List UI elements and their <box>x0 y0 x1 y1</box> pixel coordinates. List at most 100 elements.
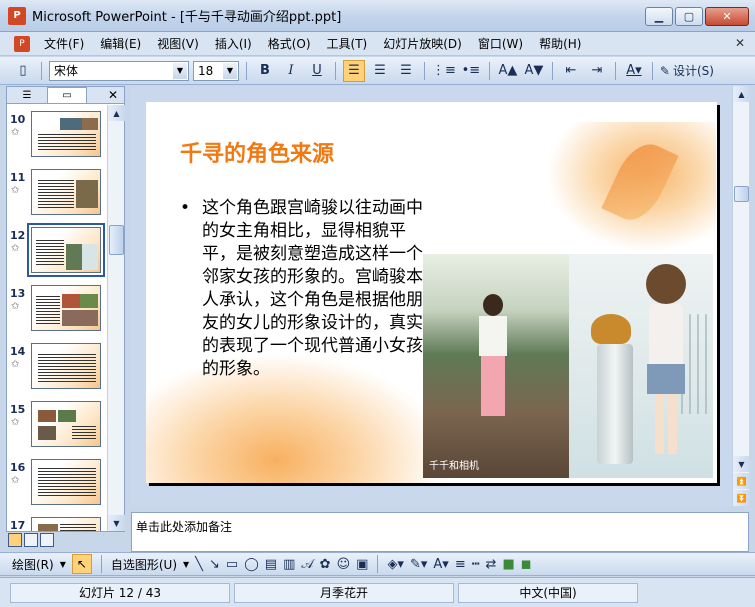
font-color-icon[interactable]: A▾ <box>433 557 448 572</box>
menu-help[interactable]: 帮助(H) <box>531 33 589 55</box>
menu-slideshow[interactable]: 幻灯片放映(D) <box>375 33 470 55</box>
wordart-icon[interactable]: 𝒜 <box>301 557 313 572</box>
arrow-icon[interactable]: ↘ <box>209 557 220 572</box>
scroll-up-icon[interactable]: ▲ <box>733 86 750 102</box>
normal-view-icon[interactable] <box>8 533 22 547</box>
shadow-icon[interactable]: ■ <box>502 557 514 572</box>
scroll-down-icon[interactable]: ▼ <box>733 456 750 472</box>
slide-thumbnail-selected[interactable]: 12 ✩ <box>7 223 107 283</box>
slide-thumbnail[interactable]: 16 ✩ <box>7 459 107 515</box>
diagram-icon[interactable]: ✿ <box>320 557 331 572</box>
slides-tab-icon[interactable]: ▭ <box>47 87 87 103</box>
star-icon: ✩ <box>11 127 20 138</box>
font-name-select[interactable]: 宋体 ▼ <box>49 60 189 81</box>
slide-body-text[interactable]: • 这个角色跟宫崎骏以往动画中的女主角相比，显得相貌平平，是被刻意塑造成这样一个… <box>180 197 430 381</box>
font-size-value: 18 <box>198 63 214 78</box>
slide-thumbnail[interactable]: 11 ✩ <box>7 169 107 225</box>
drawing-toolbar: 绘图(R) ▼ ↖ 自选图形(U) ▼ ╲ ↘ ▭ ◯ ▤ ▥ 𝒜 ✿ ☺ ▣ … <box>0 552 755 576</box>
slide-sorter-view-icon[interactable] <box>24 533 38 547</box>
view-buttons <box>8 533 54 547</box>
close-document-icon[interactable]: ✕ <box>735 36 745 50</box>
decrease-indent-icon[interactable]: ⇤ <box>560 60 582 82</box>
menu-file[interactable]: 文件(F) <box>36 33 92 55</box>
picture-icon[interactable]: ▣ <box>356 557 368 572</box>
slide-thumbnail[interactable]: 17 <box>7 517 107 531</box>
outline-tab-icon[interactable]: ☰ <box>7 87 47 103</box>
close-window-button[interactable]: ✕ <box>705 7 749 26</box>
next-slide-icon[interactable]: ⏬ <box>733 490 750 506</box>
powerpoint-app-icon[interactable]: P <box>8 6 26 25</box>
slide-number: 13 <box>10 287 26 300</box>
bullet-list-icon[interactable]: •≡ <box>460 60 482 82</box>
scroll-thumb[interactable] <box>734 186 749 202</box>
toolbar-separator <box>377 555 379 573</box>
slide-thumbnail[interactable]: 14 ✩ <box>7 343 107 399</box>
select-pointer-icon[interactable]: ↖ <box>71 554 92 574</box>
photo-real-girl[interactable]: 千千和相机 <box>423 254 569 478</box>
slide-title[interactable]: 千寻的角色来源 <box>180 136 334 168</box>
menu-format[interactable]: 格式(O) <box>260 33 319 55</box>
menu-insert[interactable]: 插入(I) <box>207 33 260 55</box>
italic-button[interactable]: I <box>280 60 302 82</box>
line-color-icon[interactable]: ✎▾ <box>410 557 427 572</box>
clipart-icon[interactable]: ☺ <box>337 557 351 572</box>
chevron-down-icon[interactable]: ▼ <box>223 62 237 79</box>
maximize-button[interactable]: ▢ <box>675 7 703 26</box>
menu-window[interactable]: 窗口(W) <box>470 33 531 55</box>
slide-editor: 千寻的角色来源 • 这个角色跟宫崎骏以往动画中的女主角相比，显得相貌平平，是被刻… <box>131 86 732 506</box>
rectangle-icon[interactable]: ▭ <box>226 557 238 572</box>
scroll-down-icon[interactable]: ▼ <box>108 515 125 531</box>
oval-icon[interactable]: ◯ <box>244 557 259 572</box>
font-size-select[interactable]: 18 ▼ <box>193 60 239 81</box>
slideshow-view-icon[interactable] <box>40 533 54 547</box>
chevron-down-icon[interactable]: ▼ <box>60 560 66 569</box>
arrow-style-icon[interactable]: ⇄ <box>486 557 497 572</box>
slide-canvas[interactable]: 千寻的角色来源 • 这个角色跟宫崎骏以往动画中的女主角相比，显得相貌平平，是被刻… <box>146 102 717 483</box>
font-name-value: 宋体 <box>54 64 79 78</box>
underline-button[interactable]: U <box>306 60 328 82</box>
close-pane-icon[interactable]: ✕ <box>108 88 118 102</box>
vertical-textbox-icon[interactable]: ▥ <box>283 557 295 572</box>
textbox-icon[interactable]: ▤ <box>265 557 277 572</box>
photo-anime-chihiro[interactable] <box>569 254 713 478</box>
slide-number: 10 <box>10 113 26 126</box>
minimize-button[interactable]: ▁ <box>645 7 673 26</box>
align-center-icon[interactable]: ☰ <box>369 60 391 82</box>
menu-tools[interactable]: 工具(T) <box>319 33 376 55</box>
notes-pane[interactable]: 单击此处添加备注 <box>131 512 749 552</box>
slide-thumbnail[interactable]: 13 ✩ <box>7 285 107 341</box>
scroll-thumb[interactable] <box>109 225 124 255</box>
new-document-icon[interactable]: ▯ <box>12 60 34 82</box>
bold-button[interactable]: B <box>254 60 276 82</box>
notes-placeholder: 单击此处添加备注 <box>136 520 233 534</box>
menu-edit[interactable]: 编辑(E) <box>92 33 149 55</box>
autoshapes-button[interactable]: 自选图形(U) <box>111 556 177 573</box>
slide-scrollbar[interactable]: ▲ ▼ ⏫ ⏬ <box>732 86 750 506</box>
scroll-up-icon[interactable]: ▲ <box>108 105 125 121</box>
previous-slide-icon[interactable]: ⏫ <box>733 473 750 489</box>
slide-number: 16 <box>10 461 26 474</box>
decrease-font-icon[interactable]: A▼ <box>523 60 545 82</box>
3d-style-icon[interactable]: ◼ <box>521 557 532 572</box>
align-right-icon[interactable]: ☰ <box>395 60 417 82</box>
menu-view[interactable]: 视图(V) <box>149 33 207 55</box>
font-color-icon[interactable]: A▾ <box>623 60 645 82</box>
design-button[interactable]: ✎ 设计(S) <box>660 60 714 82</box>
chevron-down-icon[interactable]: ▼ <box>173 62 187 79</box>
star-icon: ✩ <box>11 475 20 486</box>
chevron-down-icon[interactable]: ▼ <box>183 560 189 569</box>
line-icon[interactable]: ╲ <box>195 557 203 572</box>
pane-tabs: ☰ ▭ ✕ <box>7 87 124 104</box>
increase-font-icon[interactable]: A▲ <box>497 60 519 82</box>
line-style-icon[interactable]: ≡ <box>455 557 466 572</box>
dash-style-icon[interactable]: ┅ <box>472 557 480 572</box>
increase-indent-icon[interactable]: ⇥ <box>586 60 608 82</box>
slide-thumbnail[interactable]: 15 ✩ <box>7 401 107 457</box>
fill-color-icon[interactable]: ◈▾ <box>387 557 404 572</box>
slide-thumbnail[interactable]: 10 ✩ <box>7 111 107 167</box>
align-left-icon[interactable]: ☰ <box>343 59 365 82</box>
document-icon[interactable]: P <box>14 35 30 52</box>
thumbnail-scrollbar[interactable]: ▲ ▼ <box>107 105 125 531</box>
draw-menu-button[interactable]: 绘图(R) <box>12 556 54 573</box>
numbered-list-icon[interactable]: ⋮≡ <box>432 60 456 82</box>
